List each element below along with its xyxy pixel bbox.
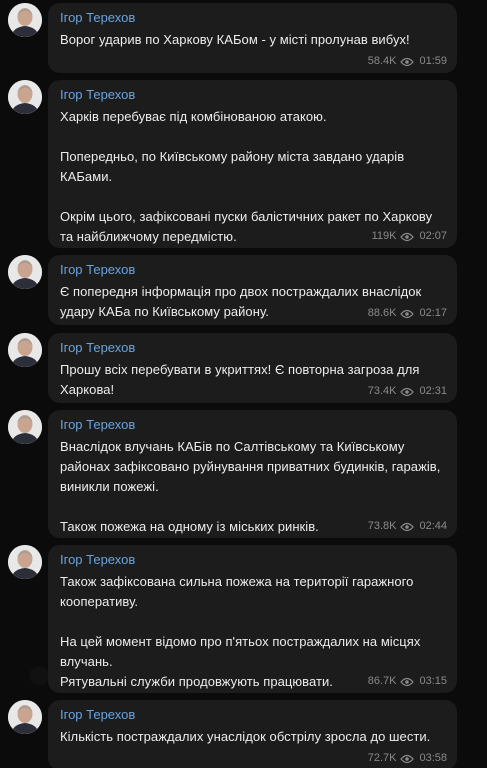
eye-icon	[400, 387, 415, 396]
message-author[interactable]: Ігор Терехов	[60, 261, 445, 278]
message-paragraph: Попередньо, по Київському району міста з…	[60, 149, 405, 184]
message-bubble: Ігор Терехов Кількість постраждалих унас…	[48, 700, 457, 768]
message-time: 03:15	[419, 675, 447, 687]
eye-icon	[400, 57, 415, 66]
message-bubble: Ігор Терехов Внаслідок влучань КАБів по …	[48, 410, 457, 538]
author-avatar[interactable]	[8, 80, 42, 114]
message-paragraph: Ворог ударив по Харкову КАБом - у місті …	[60, 32, 410, 47]
view-count: 58.4K	[367, 55, 397, 67]
message-author[interactable]: Ігор Терехов	[60, 416, 445, 433]
message-author[interactable]: Ігор Терехов	[60, 86, 445, 103]
message-time: 02:07	[419, 230, 447, 242]
view-count: 73.4K	[367, 385, 397, 397]
message-text: Харків перебуває під комбінованою атакою…	[60, 107, 445, 247]
message-meta: 72.7K 03:58	[368, 752, 447, 765]
message-bubble: Ігор Терехов Є попередня інформація про …	[48, 255, 457, 325]
message-author[interactable]: Ігор Терехов	[60, 339, 445, 356]
view-count: 88.6K	[367, 307, 397, 319]
message-meta: 88.6K 02:17	[368, 307, 447, 320]
eye-icon	[400, 522, 415, 531]
avatar-photo	[8, 700, 42, 734]
avatar-photo	[8, 333, 42, 367]
message-meta: 73.4K 02:31	[368, 385, 447, 398]
avatar-photo	[8, 255, 42, 289]
avatar-photo	[8, 80, 42, 114]
author-avatar[interactable]	[8, 3, 42, 37]
message-bubble: Ігор Терехов Також зафіксована сильна по…	[48, 545, 457, 693]
author-avatar[interactable]	[8, 410, 42, 444]
eye-icon	[400, 754, 415, 763]
message-bubble: Ігор Терехов Ворог ударив по Харкову КАБ…	[48, 3, 457, 73]
message-text: Також зафіксована сильна пожежа на терит…	[60, 572, 445, 692]
view-count: 119K	[371, 230, 397, 242]
message-text: Ворог ударив по Харкову КАБом - у місті …	[60, 30, 445, 50]
message-paragraph: Кількість постраждалих унаслідок обстріл…	[60, 729, 431, 744]
author-avatar[interactable]	[8, 700, 42, 734]
message-meta: 73.8K 02:44	[368, 520, 447, 533]
message-paragraph: Харків перебуває під комбінованою атакою…	[60, 109, 327, 124]
message-author[interactable]: Ігор Терехов	[60, 551, 445, 568]
avatar-photo	[8, 545, 42, 579]
message-time: 02:17	[419, 307, 447, 319]
view-count: 72.7K	[367, 752, 397, 764]
eye-icon	[400, 677, 415, 686]
message-author[interactable]: Ігор Терехов	[60, 706, 445, 723]
channel-feed[interactable]: Ігор Терехов Ворог ударив по Харкову КАБ…	[0, 0, 487, 768]
author-avatar[interactable]	[8, 545, 42, 579]
message-time: 02:44	[419, 520, 447, 532]
message-paragraph: На цей момент відомо про п'ятьох постраж…	[60, 634, 421, 669]
message-meta: 119K 02:07	[372, 230, 447, 243]
message-paragraph: Внаслідок влучань КАБів по Салтівському …	[60, 439, 441, 494]
view-count: 86.7K	[367, 675, 397, 687]
message-meta: 86.7K 03:15	[368, 675, 447, 688]
avatar-photo	[8, 410, 42, 444]
message-text: Кількість постраждалих унаслідок обстріл…	[60, 727, 445, 747]
message-bubble: Ігор Терехов Прошу всіх перебувати в укр…	[48, 333, 457, 403]
view-count: 73.8K	[367, 520, 397, 532]
message-paragraph: Також зафіксована сильна пожежа на терит…	[60, 574, 414, 609]
eye-icon	[400, 309, 415, 318]
message-bubble: Ігор Терехов Харків перебуває під комбін…	[48, 80, 457, 248]
message-time: 03:58	[419, 752, 447, 764]
author-avatar[interactable]	[8, 255, 42, 289]
avatar-photo	[8, 3, 42, 37]
author-avatar[interactable]	[8, 333, 42, 367]
message-time: 02:31	[419, 385, 447, 397]
eye-icon	[400, 232, 415, 241]
message-time: 01:59	[419, 55, 447, 67]
message-author[interactable]: Ігор Терехов	[60, 9, 445, 26]
message-meta: 58.4K 01:59	[368, 55, 447, 68]
